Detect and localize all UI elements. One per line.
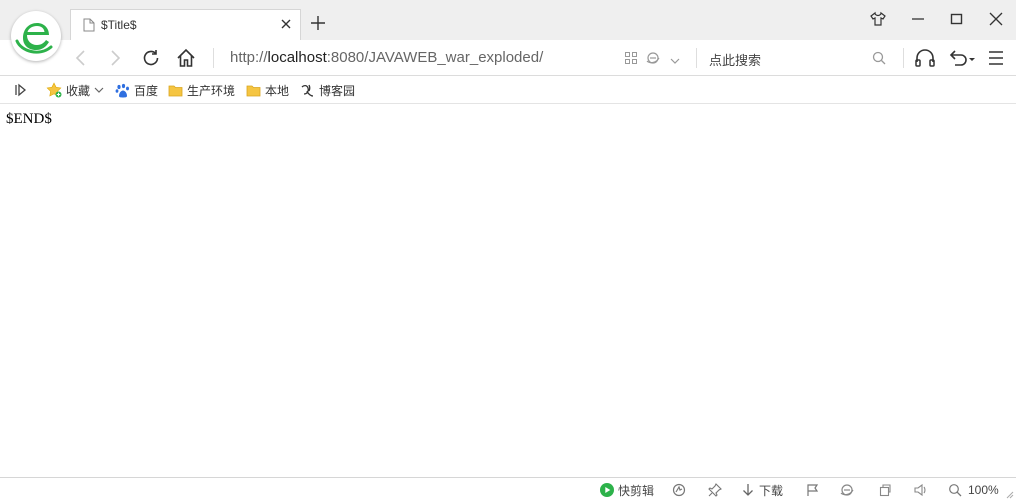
bookmark-folder-local[interactable]: 本地 — [246, 82, 289, 98]
menu-icon[interactable] — [988, 51, 1004, 68]
quick-clip-button[interactable]: 快剪辑 — [600, 482, 654, 498]
status-bar: 快剪辑 下载 100% — [0, 477, 1016, 501]
zoom-level: 100% — [968, 483, 999, 497]
new-tab-icon[interactable] — [310, 15, 326, 34]
resize-grip-icon[interactable] — [1004, 486, 1016, 501]
zoom-control[interactable]: 100% — [948, 482, 999, 498]
search-input[interactable]: 点此搜索 — [709, 50, 761, 69]
home-icon[interactable] — [176, 48, 196, 71]
chevron-down-icon — [94, 87, 104, 93]
address-divider — [213, 48, 214, 68]
maximize-icon[interactable] — [949, 11, 965, 30]
bookmark-label: 生产环境 — [187, 83, 236, 98]
bookmark-favorites[interactable]: 收藏 — [46, 82, 108, 98]
browser-logo-icon[interactable] — [11, 11, 61, 61]
refresh-icon[interactable] — [141, 48, 161, 71]
bookmark-label: 本地 — [265, 83, 290, 98]
star-icon — [46, 82, 62, 98]
address-host: localhost — [267, 49, 327, 66]
bookmark-cnblogs[interactable]: 博客园 — [300, 82, 355, 98]
search-divider — [696, 48, 697, 68]
address-prefix: http:// — [230, 49, 268, 66]
page-icon — [83, 18, 95, 35]
forward-icon[interactable] — [108, 50, 122, 69]
address-bar[interactable]: http://localhost:8080/JAVAWEB_war_explod… — [230, 49, 543, 66]
bookmark-baidu[interactable]: 百度 — [115, 82, 158, 98]
sidebar-toggle-icon[interactable] — [14, 82, 32, 98]
bookmark-label: 百度 — [134, 83, 159, 98]
folder-icon — [246, 85, 261, 96]
quick-clip-label: 快剪辑 — [618, 483, 655, 498]
baidu-paw-icon — [115, 83, 129, 97]
search-icon[interactable] — [872, 51, 886, 68]
skin-shirt-icon[interactable] — [870, 11, 886, 30]
download-arrow-icon — [743, 484, 753, 496]
ie-mode-icon[interactable] — [646, 51, 660, 68]
page-content: $END$ — [0, 104, 1016, 477]
zoom-icon — [949, 484, 962, 497]
volume-icon[interactable] — [914, 482, 932, 498]
speedup-icon[interactable] — [672, 482, 690, 498]
headphones-icon[interactable] — [914, 48, 936, 71]
window-restore-icon[interactable] — [878, 482, 896, 498]
chevron-down-icon[interactable] — [670, 54, 680, 68]
close-window-icon[interactable] — [988, 11, 1004, 30]
pin-icon[interactable] — [708, 482, 726, 498]
ie-compat-icon[interactable] — [840, 482, 858, 498]
undo-close-icon[interactable] — [948, 49, 976, 70]
bookmark-label: 博客园 — [319, 83, 356, 98]
bookmark-label: 收藏 — [66, 83, 91, 98]
bookmarks-bar: 收藏 百度 生产环境 本地 博客园 — [0, 76, 1016, 104]
play-circle-icon — [600, 483, 614, 497]
download-label: 下载 — [759, 483, 784, 498]
qr-code-icon[interactable] — [625, 52, 637, 67]
tab-active[interactable]: $Title$ — [70, 9, 301, 40]
back-icon[interactable] — [74, 50, 88, 69]
download-button[interactable]: 下载 — [741, 482, 783, 498]
minimize-icon[interactable] — [910, 11, 926, 30]
tab-title: $Title$ — [101, 18, 137, 32]
page-body-text: $END$ — [6, 111, 52, 127]
flag-icon[interactable] — [806, 482, 824, 498]
bookmark-folder-production[interactable]: 生产环境 — [168, 82, 235, 98]
close-tab-icon[interactable] — [280, 18, 292, 33]
title-bar: $Title$ — [0, 0, 1016, 40]
navigation-toolbar: http://localhost:8080/JAVAWEB_war_explod… — [0, 40, 1016, 76]
address-rest: :8080/JAVAWEB_war_exploded/ — [326, 49, 544, 66]
cnblogs-icon — [301, 84, 314, 97]
folder-icon — [168, 85, 183, 96]
tools-divider — [903, 48, 904, 68]
